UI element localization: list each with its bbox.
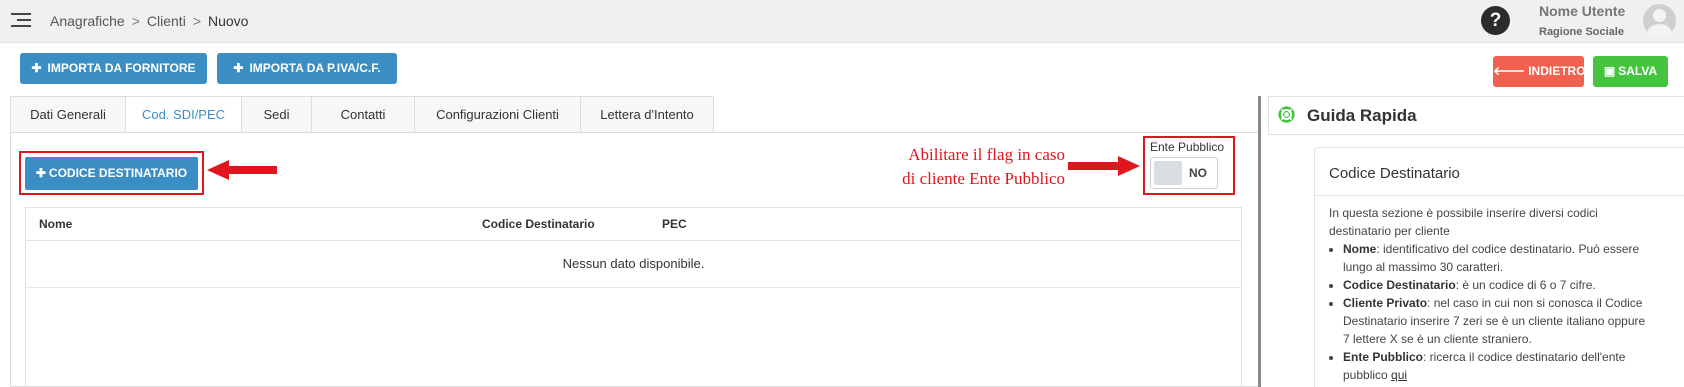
- save-button[interactable]: ▣ SALVA: [1593, 56, 1668, 87]
- empty-message: Nessun dato disponibile.: [26, 242, 1241, 288]
- arrow-left-annotation-icon: [207, 160, 277, 180]
- back-button[interactable]: 🡐 INDIETRO: [1493, 56, 1586, 87]
- import-supplier-button[interactable]: ✚ IMPORTA DA FORNITORE: [20, 53, 207, 84]
- guide-list-item: Nome: identificativo del codice destinat…: [1343, 240, 1649, 276]
- breadcrumb-item-clienti[interactable]: Clienti: [147, 13, 186, 29]
- plus-icon: ✚: [31, 61, 42, 75]
- guide-list-item: Cliente Privato: nel caso in cui non si …: [1343, 294, 1649, 348]
- plus-icon: ✚: [233, 61, 244, 75]
- guide-list: Nome: identificativo del codice destinat…: [1343, 240, 1649, 384]
- top-bar: Anagrafiche > Clienti > Nuovo ? Nome Utente …: [0, 0, 1684, 43]
- tab-bar: Dati Generali Cod. SDI/PEC Sedi Contatti…: [10, 96, 714, 133]
- table-header: Nome Codice Destinatario PEC: [26, 208, 1241, 241]
- column-header-codice-destinatario[interactable]: Codice Destinatario: [482, 217, 595, 231]
- chevron-right-icon: >: [131, 13, 140, 29]
- divider: [1315, 195, 1684, 196]
- tab-sedi[interactable]: Sedi: [241, 96, 311, 133]
- guide-list-item: Ente Pubblico: ricerca il codice destina…: [1343, 348, 1649, 384]
- annotation-text: Abilitare il flag in caso di cliente Ent…: [902, 145, 1065, 188]
- import-vat-button[interactable]: ✚ IMPORTA DA P.IVA/C.F.: [217, 53, 397, 84]
- breadcrumb: Anagrafiche > Clienti > Nuovo: [50, 13, 248, 29]
- guide-card-title: Codice Destinatario: [1329, 165, 1460, 182]
- toggle-knob: [1154, 161, 1182, 185]
- toggle-value: NO: [1189, 166, 1207, 180]
- avatar[interactable]: [1643, 4, 1676, 37]
- tab-dati-generali[interactable]: Dati Generali: [10, 96, 125, 133]
- tab-configurazioni-clienti[interactable]: Configurazioni Clienti: [414, 96, 580, 133]
- guide-header: Guida Rapida: [1268, 96, 1684, 135]
- tab-contatti[interactable]: Contatti: [311, 96, 414, 133]
- guide-card: Codice Destinatario In questa sezione è …: [1314, 147, 1684, 387]
- plus-icon: ✚: [35, 166, 46, 180]
- tab-lettera-intento[interactable]: Lettera d'Intento: [580, 96, 714, 133]
- lifebuoy-icon: [1278, 106, 1295, 123]
- user-name[interactable]: Nome Utente: [1539, 3, 1625, 19]
- guide-intro: In questa sezione è possibile inserire d…: [1329, 206, 1598, 238]
- help-icon[interactable]: ?: [1481, 6, 1510, 35]
- tab-cod-sdi-pec[interactable]: Cod. SDI/PEC: [125, 96, 241, 133]
- guide-card-body: In questa sezione è possibile inserire d…: [1329, 204, 1649, 384]
- scrollbar[interactable]: [1258, 96, 1261, 387]
- guide-list-item: Codice Destinatario: è un codice di 6 o …: [1343, 276, 1649, 294]
- breadcrumb-item-nuovo: Nuovo: [208, 13, 249, 29]
- add-recipient-code-button[interactable]: ✚ CODICE DESTINATARIO: [25, 157, 198, 190]
- user-company: Ragione Sociale: [1539, 26, 1624, 38]
- floppy-icon: ▣: [1603, 64, 1616, 78]
- column-header-pec[interactable]: PEC: [662, 217, 687, 231]
- guide-link[interactable]: qui: [1391, 368, 1407, 382]
- recipient-codes-table: Nome Codice Destinatario PEC Nessun dato…: [25, 207, 1242, 387]
- guide-title: Guida Rapida: [1307, 106, 1417, 125]
- column-header-nome[interactable]: Nome: [39, 217, 72, 231]
- breadcrumb-item-anagrafiche[interactable]: Anagrafiche: [50, 13, 125, 29]
- arrow-left-icon: 🡐: [1493, 64, 1526, 78]
- public-entity-label: Ente Pubblico: [1150, 140, 1225, 154]
- arrow-right-annotation-icon: [1068, 156, 1140, 176]
- menu-icon[interactable]: [11, 13, 31, 29]
- chevron-right-icon: >: [192, 13, 201, 29]
- public-entity-toggle[interactable]: NO: [1150, 157, 1218, 189]
